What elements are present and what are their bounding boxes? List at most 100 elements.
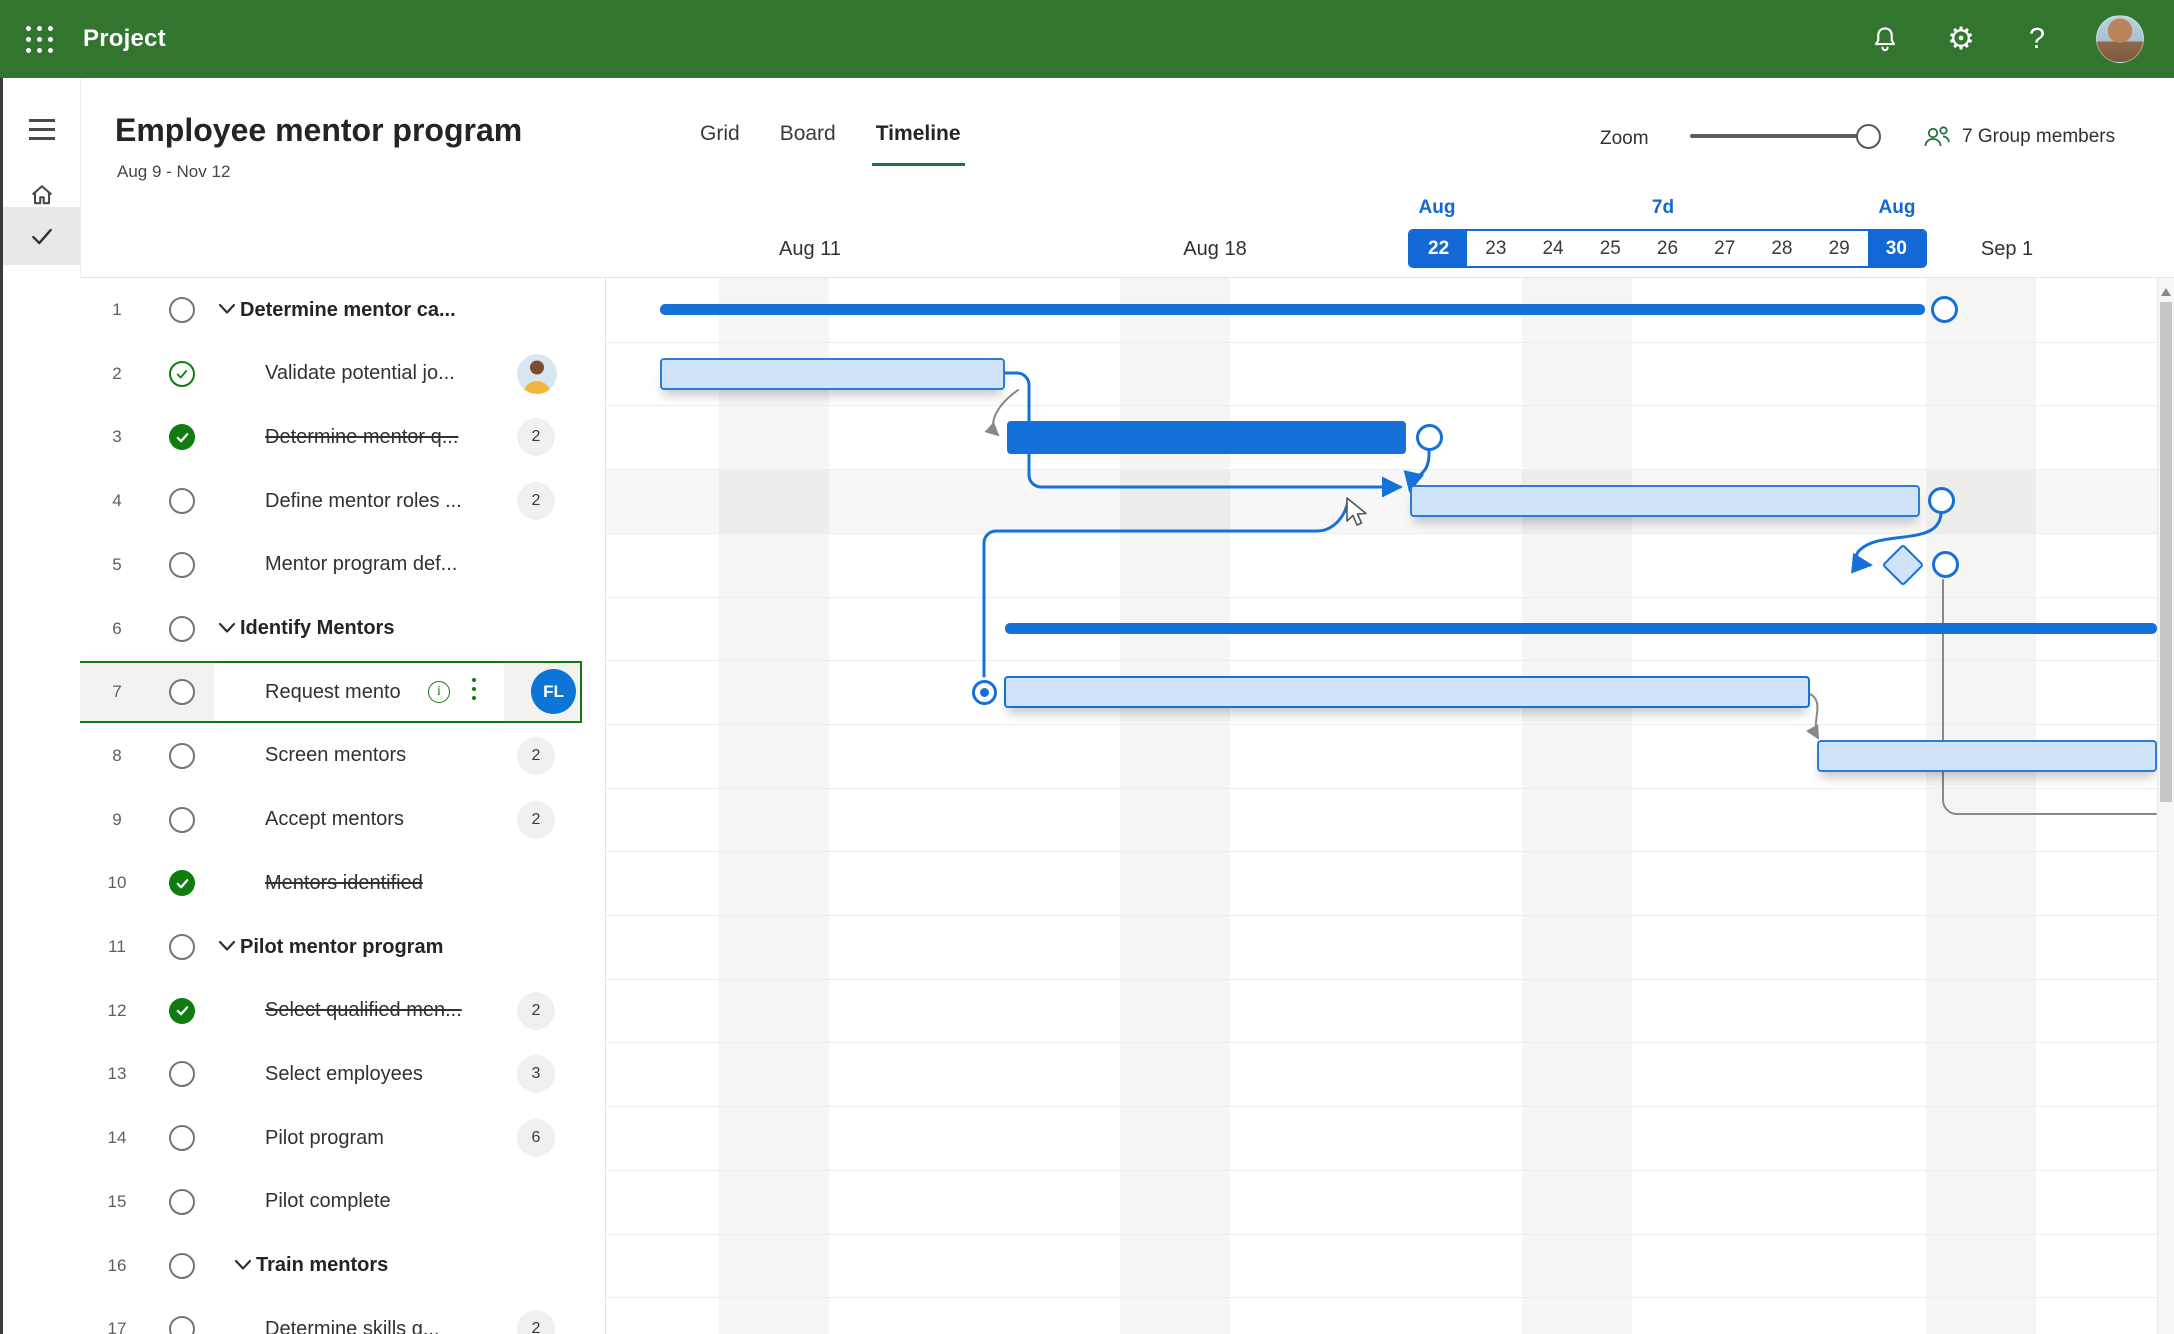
collapse-chevron-icon[interactable] [218,303,236,315]
task-bar[interactable] [1410,485,1920,517]
task-row[interactable]: 9Accept mentors2 [80,788,605,852]
row-menu-icon[interactable] [472,678,476,700]
task-bar[interactable] [1004,676,1810,708]
task-row[interactable]: 15Pilot complete [80,1170,605,1234]
scrollbar-up-arrow[interactable] [2161,288,2171,296]
task-name[interactable]: Identify Mentors [240,597,394,661]
bar-end-handle[interactable] [1932,551,1959,578]
task-row[interactable]: 6Identify Mentors [80,597,605,661]
day-cell-30[interactable]: 30 [1868,231,1925,266]
task-name[interactable]: Mentor program def... [265,533,457,597]
bar-end-handle[interactable] [1931,296,1958,323]
tab-timeline[interactable]: Timeline [876,122,961,158]
task-name[interactable]: Request mento [265,660,401,724]
task-name[interactable]: Pilot complete [265,1170,391,1234]
task-complete-toggle[interactable] [169,870,195,896]
collapse-chevron-icon[interactable] [218,622,236,634]
task-name[interactable]: Validate potential jo... [265,342,455,406]
task-complete-toggle[interactable] [169,424,195,450]
day-cell-26[interactable]: 26 [1639,231,1696,266]
task-name[interactable]: Mentors identified [265,851,423,915]
task-complete-toggle[interactable] [169,1189,195,1215]
assignee-avatar-initials[interactable]: FL [531,669,576,714]
task-complete-toggle[interactable] [169,1125,195,1151]
task-complete-toggle[interactable] [169,552,195,578]
task-complete-toggle[interactable] [169,743,195,769]
task-complete-toggle[interactable] [169,488,195,514]
task-name[interactable]: Define mentor roles ... [265,469,462,533]
task-row[interactable]: 17Determine skills g...2 [80,1297,605,1334]
task-row[interactable]: 14Pilot program6 [80,1106,605,1170]
task-row[interactable]: 7Request mentoiFL [80,660,605,724]
row-gridline [605,597,2157,598]
selected-date-range[interactable]: 222324252627282930 [1408,229,1927,268]
day-cell-23[interactable]: 23 [1467,231,1524,266]
group-members-button[interactable]: 7 Group members [1922,124,2115,150]
row-gridline [605,1042,2157,1043]
task-complete-toggle[interactable] [169,616,195,642]
task-complete-toggle[interactable] [169,361,195,387]
task-row[interactable]: 11Pilot mentor program [80,915,605,979]
task-name[interactable]: Pilot mentor program [240,915,443,979]
day-cell-27[interactable]: 27 [1696,231,1753,266]
task-name[interactable]: Select qualified men... [265,979,462,1043]
task-row[interactable]: 13Select employees3 [80,1042,605,1106]
bar-end-handle[interactable] [1416,424,1443,451]
day-cell-24[interactable]: 24 [1524,231,1581,266]
task-name[interactable]: Screen mentors [265,724,406,788]
bar-start-marker[interactable] [972,680,997,705]
day-cell-25[interactable]: 25 [1582,231,1639,266]
task-complete-toggle[interactable] [169,1061,195,1087]
summary-bar[interactable] [1005,623,2157,634]
bar-end-handle[interactable] [1928,487,1955,514]
help-icon[interactable]: ? [2020,22,2054,56]
task-complete-toggle[interactable] [169,998,195,1024]
task-name[interactable]: Pilot program [265,1106,384,1170]
collapse-chevron-icon[interactable] [218,940,236,952]
task-row[interactable]: 16Train mentors [80,1234,605,1298]
settings-gear-icon[interactable]: ⚙ [1944,22,1978,56]
task-row[interactable]: 1Determine mentor ca... [80,278,605,342]
task-name[interactable]: Select employees [265,1042,423,1106]
app-launcher-waffle-icon[interactable] [26,26,53,53]
task-name[interactable]: Train mentors [256,1234,388,1298]
summary-bar[interactable] [660,304,1925,315]
notifications-bell-icon[interactable] [1868,22,1902,56]
nav-tasks-button[interactable] [3,207,80,265]
task-complete-toggle[interactable] [169,807,195,833]
day-cell-22[interactable]: 22 [1410,231,1467,266]
task-row[interactable]: 5Mentor program def... [80,533,605,597]
hovered-row-highlight [605,469,2157,533]
nav-menu-button[interactable] [3,100,80,158]
task-name[interactable]: Accept mentors [265,788,404,852]
task-complete-toggle[interactable] [169,679,195,705]
task-row[interactable]: 10Mentors identified [80,851,605,915]
task-row[interactable]: 8Screen mentors2 [80,724,605,788]
collapse-chevron-icon[interactable] [234,1259,252,1271]
task-name[interactable]: Determine mentor q... [265,405,458,469]
weekend-band [719,278,829,1334]
day-cell-28[interactable]: 28 [1753,231,1810,266]
task-complete-toggle[interactable] [169,297,195,323]
task-name[interactable]: Determine mentor ca... [240,278,456,342]
task-bar-complete[interactable] [1007,421,1406,454]
task-complete-toggle[interactable] [169,934,195,960]
zoom-slider-handle[interactable] [1856,124,1881,149]
task-row[interactable]: 4Define mentor roles ...2 [80,469,605,533]
tab-board[interactable]: Board [780,122,836,158]
task-bar[interactable] [660,358,1005,390]
milestone-diamond[interactable] [1882,543,1924,585]
task-bar[interactable] [1817,740,2157,772]
task-name[interactable]: Determine skills g... [265,1297,440,1334]
task-complete-toggle[interactable] [169,1253,195,1279]
task-row[interactable]: 3Determine mentor q...2 [80,405,605,469]
scrollbar-thumb[interactable] [2160,302,2172,802]
tab-grid[interactable]: Grid [700,122,740,158]
task-complete-toggle[interactable] [169,1316,195,1334]
day-cell-29[interactable]: 29 [1811,231,1868,266]
task-row[interactable]: 12Select qualified men...2 [80,979,605,1043]
account-avatar[interactable] [2096,15,2144,63]
zoom-slider-track[interactable] [1690,134,1868,138]
row-gridline [605,469,2157,470]
task-row[interactable]: 2Validate potential jo... [80,342,605,406]
